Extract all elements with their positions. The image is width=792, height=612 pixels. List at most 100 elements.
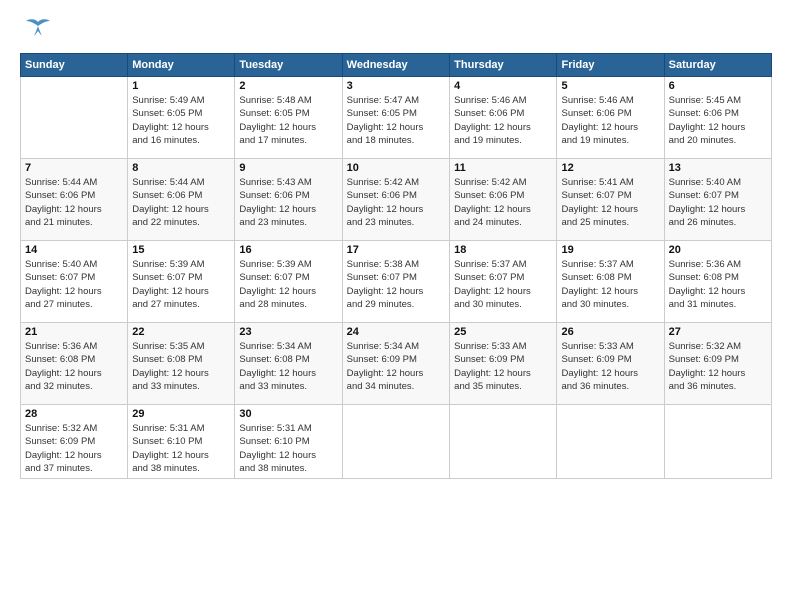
day-number: 2 [239,80,337,92]
calendar-cell: 29Sunrise: 5:31 AMSunset: 6:10 PMDayligh… [128,405,235,479]
calendar-cell: 2 Sunrise: 5:48 AMSunset: 6:05 PMDaylight… [235,77,342,159]
day-info: Sunrise: 5:47 AMSunset: 6:05 PMDaylight:… [347,94,445,147]
day-info: Sunrise: 5:35 AMSunset: 6:08 PMDaylight:… [132,340,230,393]
calendar-cell: 22 Sunrise: 5:35 AMSunset: 6:08 PMDayligh… [128,323,235,405]
day-info: Sunrise: 5:44 AMSunset: 6:06 PMDaylight:… [25,176,123,229]
calendar-cell [450,405,557,479]
day-number: 17 [347,244,445,256]
logo-bird-icon [24,18,52,45]
day-info: Sunrise: 5:49 AMSunset: 6:05 PMDaylight:… [132,94,230,147]
calendar-cell: 14 Sunrise: 5:40 AMSunset: 6:07 PMDayligh… [21,241,128,323]
day-info: Sunrise: 5:31 AMSunset: 6:10 PMDaylight:… [132,422,230,475]
day-info: Sunrise: 5:40 AMSunset: 6:07 PMDaylight:… [25,258,123,311]
calendar-week-row: 28 Sunrise: 5:32 AMSunset: 6:09 PMDayligh… [21,405,772,479]
day-number: 1 [132,80,230,92]
calendar-cell: 1 Sunrise: 5:49 AMSunset: 6:05 PMDaylight… [128,77,235,159]
calendar-cell: 26 Sunrise: 5:33 AMSunset: 6:09 PMDayligh… [557,323,664,405]
calendar-cell: 19Sunrise: 5:37 AMSunset: 6:08 PMDayligh… [557,241,664,323]
calendar-cell: 6 Sunrise: 5:45 AMSunset: 6:06 PMDaylight… [664,77,771,159]
day-info: Sunrise: 5:32 AMSunset: 6:09 PMDaylight:… [669,340,767,393]
calendar-cell [342,405,449,479]
day-number: 26 [561,326,659,338]
day-info: Sunrise: 5:45 AMSunset: 6:06 PMDaylight:… [669,94,767,147]
calendar-cell: 28 Sunrise: 5:32 AMSunset: 6:09 PMDayligh… [21,405,128,479]
day-info: Sunrise: 5:42 AMSunset: 6:06 PMDaylight:… [454,176,552,229]
day-info: Sunrise: 5:37 AMSunset: 6:07 PMDaylight:… [454,258,552,311]
calendar-cell: 21 Sunrise: 5:36 AMSunset: 6:08 PMDayligh… [21,323,128,405]
weekday-header: Friday [557,54,664,77]
calendar-cell: 11Sunrise: 5:42 AMSunset: 6:06 PMDayligh… [450,159,557,241]
day-number: 27 [669,326,767,338]
day-info: Sunrise: 5:46 AMSunset: 6:06 PMDaylight:… [561,94,659,147]
day-info: Sunrise: 5:32 AMSunset: 6:09 PMDaylight:… [25,422,123,475]
day-info: Sunrise: 5:36 AMSunset: 6:08 PMDaylight:… [25,340,123,393]
day-number: 13 [669,162,767,174]
day-number: 6 [669,80,767,92]
calendar-cell [21,77,128,159]
day-info: Sunrise: 5:39 AMSunset: 6:07 PMDaylight:… [239,258,337,311]
day-number: 3 [347,80,445,92]
day-info: Sunrise: 5:33 AMSunset: 6:09 PMDaylight:… [561,340,659,393]
day-number: 7 [25,162,123,174]
calendar-week-row: 1 Sunrise: 5:49 AMSunset: 6:05 PMDaylight… [21,77,772,159]
day-info: Sunrise: 5:31 AMSunset: 6:10 PMDaylight:… [239,422,337,475]
header [20,18,772,45]
page: SundayMondayTuesdayWednesdayThursdayFrid… [0,0,792,612]
day-info: Sunrise: 5:33 AMSunset: 6:09 PMDaylight:… [454,340,552,393]
day-info: Sunrise: 5:38 AMSunset: 6:07 PMDaylight:… [347,258,445,311]
calendar-cell: 9 Sunrise: 5:43 AMSunset: 6:06 PMDaylight… [235,159,342,241]
day-number: 5 [561,80,659,92]
calendar: SundayMondayTuesdayWednesdayThursdayFrid… [20,53,772,479]
calendar-cell: 7 Sunrise: 5:44 AMSunset: 6:06 PMDaylight… [21,159,128,241]
day-info: Sunrise: 5:43 AMSunset: 6:06 PMDaylight:… [239,176,337,229]
day-number: 9 [239,162,337,174]
weekday-header: Thursday [450,54,557,77]
calendar-cell: 20 Sunrise: 5:36 AMSunset: 6:08 PMDayligh… [664,241,771,323]
calendar-cell: 4Sunrise: 5:46 AMSunset: 6:06 PMDaylight… [450,77,557,159]
day-number: 22 [132,326,230,338]
day-info: Sunrise: 5:40 AMSunset: 6:07 PMDaylight:… [669,176,767,229]
logo [20,18,52,45]
day-number: 8 [132,162,230,174]
calendar-week-row: 21 Sunrise: 5:36 AMSunset: 6:08 PMDayligh… [21,323,772,405]
calendar-cell: 23Sunrise: 5:34 AMSunset: 6:08 PMDayligh… [235,323,342,405]
day-info: Sunrise: 5:44 AMSunset: 6:06 PMDaylight:… [132,176,230,229]
calendar-cell: 8 Sunrise: 5:44 AMSunset: 6:06 PMDaylight… [128,159,235,241]
weekday-header: Wednesday [342,54,449,77]
day-info: Sunrise: 5:34 AMSunset: 6:09 PMDaylight:… [347,340,445,393]
day-number: 24 [347,326,445,338]
day-number: 14 [25,244,123,256]
calendar-cell: 13 Sunrise: 5:40 AMSunset: 6:07 PMDayligh… [664,159,771,241]
day-number: 20 [669,244,767,256]
calendar-cell [557,405,664,479]
day-info: Sunrise: 5:39 AMSunset: 6:07 PMDaylight:… [132,258,230,311]
day-number: 23 [239,326,337,338]
weekday-header: Sunday [21,54,128,77]
calendar-week-row: 14 Sunrise: 5:40 AMSunset: 6:07 PMDayligh… [21,241,772,323]
day-number: 30 [239,408,337,420]
calendar-header-row: SundayMondayTuesdayWednesdayThursdayFrid… [21,54,772,77]
day-number: 21 [25,326,123,338]
calendar-cell [664,405,771,479]
day-number: 4 [454,80,552,92]
day-info: Sunrise: 5:42 AMSunset: 6:06 PMDaylight:… [347,176,445,229]
calendar-cell: 3 Sunrise: 5:47 AMSunset: 6:05 PMDaylight… [342,77,449,159]
weekday-header: Monday [128,54,235,77]
calendar-cell: 15 Sunrise: 5:39 AMSunset: 6:07 PMDayligh… [128,241,235,323]
day-info: Sunrise: 5:48 AMSunset: 6:05 PMDaylight:… [239,94,337,147]
day-number: 15 [132,244,230,256]
day-number: 28 [25,408,123,420]
calendar-cell: 30 Sunrise: 5:31 AMSunset: 6:10 PMDayligh… [235,405,342,479]
day-info: Sunrise: 5:37 AMSunset: 6:08 PMDaylight:… [561,258,659,311]
day-info: Sunrise: 5:41 AMSunset: 6:07 PMDaylight:… [561,176,659,229]
calendar-cell: 5 Sunrise: 5:46 AMSunset: 6:06 PMDaylight… [557,77,664,159]
day-number: 12 [561,162,659,174]
day-number: 16 [239,244,337,256]
weekday-header: Saturday [664,54,771,77]
calendar-cell: 25Sunrise: 5:33 AMSunset: 6:09 PMDayligh… [450,323,557,405]
day-info: Sunrise: 5:36 AMSunset: 6:08 PMDaylight:… [669,258,767,311]
day-number: 18 [454,244,552,256]
calendar-cell: 16 Sunrise: 5:39 AMSunset: 6:07 PMDayligh… [235,241,342,323]
day-number: 10 [347,162,445,174]
weekday-header: Tuesday [235,54,342,77]
